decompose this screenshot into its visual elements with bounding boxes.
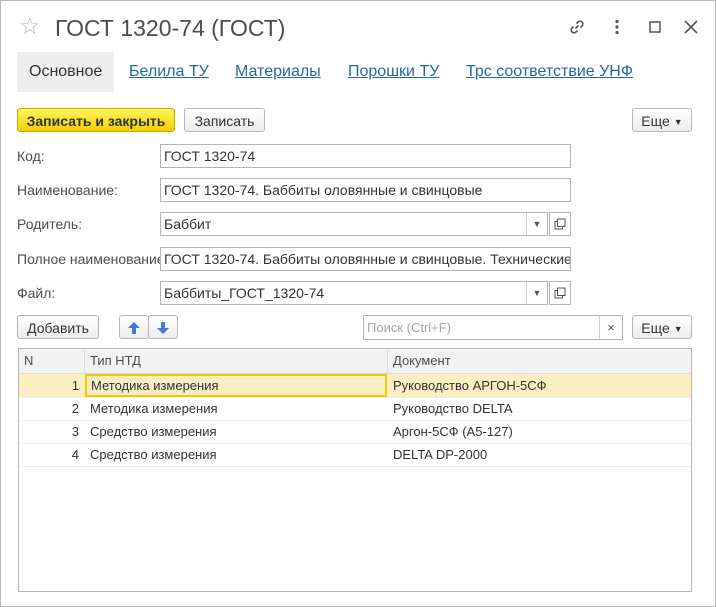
row-number: 2 [71,401,79,416]
save-button[interactable]: Записать [184,108,265,132]
row-number: 4 [71,447,79,462]
column-header-n[interactable]: N [19,349,85,373]
table-more-button[interactable]: Еще ▼ [632,315,692,339]
row-type-cell[interactable]: Средство измерения [85,420,388,443]
parent-field[interactable]: Баббит ▼ [160,212,548,236]
move-up-button[interactable] [119,315,149,339]
close-icon[interactable] [679,15,703,39]
link-icon[interactable] [565,15,589,39]
table-row[interactable]: 3 Средство измерения Аргон-5СФ (А5-127) [19,420,691,444]
more-label: Еще [641,113,670,129]
tab-materials[interactable]: Материалы [235,52,321,92]
parent-open-button[interactable] [549,212,571,236]
tab-powders-tu[interactable]: Порошки ТУ [348,52,439,92]
move-down-button[interactable] [148,315,178,339]
save-and-close-button[interactable]: Записать и закрыть [17,108,175,132]
code-label: Код: [17,148,45,164]
row-type-cell[interactable]: Методика измерения [85,374,387,397]
column-header-type[interactable]: Тип НТД [85,349,388,373]
star-icon[interactable]: ☆ [19,13,41,41]
triangle-down-icon: ▼ [673,117,683,127]
name-label: Наименование: [17,182,118,198]
file-open-button[interactable] [549,281,571,305]
row-document-cell[interactable]: DELTA DP-2000 [388,443,691,466]
tab-main[interactable]: Основное [17,52,115,92]
parent-value: Баббит [164,216,212,232]
table-more-label: Еще [641,320,670,336]
parent-dropdown-icon[interactable]: ▼ [526,213,547,235]
name-field[interactable]: ГОСТ 1320-74. Баббиты оловянные и свинцо… [160,178,571,202]
full-name-label: Полное наименование: [17,251,169,267]
code-field[interactable]: ГОСТ 1320-74 [160,144,571,168]
file-value: Баббиты_ГОСТ_1320-74 [164,285,325,301]
triangle-down-icon: ▼ [673,324,683,334]
row-type-cell[interactable]: Средство измерения [85,443,388,466]
more-button[interactable]: Еще ▼ [632,108,692,132]
tab-whites-tu[interactable]: Белила ТУ [129,52,209,92]
row-document-cell[interactable]: Руководство DELTA [388,397,691,420]
row-document-cell[interactable]: Руководство АРГОН-5СФ [388,374,691,397]
window-title: ГОСТ 1320-74 (ГОСТ) [55,15,286,41]
row-number: 1 [71,378,79,393]
file-label: Файл: [17,285,56,301]
search-placeholder: Поиск (Ctrl+F) [367,320,452,335]
column-header-document[interactable]: Документ [388,349,691,373]
table-row[interactable]: 1 Методика измерения Руководство АРГОН-5… [19,374,691,398]
file-field[interactable]: Баббиты_ГОСТ_1320-74 ▼ [160,281,548,305]
maximize-icon[interactable] [643,15,667,39]
tab-trs-unf[interactable]: Трс соответствие УНФ [466,52,633,92]
table-row[interactable]: 4 Средство измерения DELTA DP-2000 [19,443,691,467]
table-row[interactable]: 2 Методика измерения Руководство DELTA [19,397,691,421]
form-window: ☆ ГОСТ 1320-74 (ГОСТ) Основное Белила ТУ… [0,0,716,607]
row-document-cell[interactable]: Аргон-5СФ (А5-127) [388,420,691,443]
clear-search-icon[interactable]: × [599,316,622,339]
arrow-down-icon [157,322,169,334]
arrow-up-icon [128,322,140,334]
file-dropdown-icon[interactable]: ▼ [526,282,547,304]
search-input[interactable]: Поиск (Ctrl+F) × [363,315,623,340]
parent-label: Родитель: [17,216,83,232]
open-window-icon [554,218,566,230]
documents-table[interactable]: N Тип НТД Документ 1 Методика измерения … [18,348,692,592]
open-window-icon [554,287,566,299]
row-number: 3 [71,424,79,439]
row-type-cell[interactable]: Методика измерения [85,397,388,420]
full-name-field[interactable]: ГОСТ 1320-74. Баббиты оловянные и свинцо… [160,247,571,271]
add-button[interactable]: Добавить [17,315,99,339]
table-header: N Тип НТД Документ [19,349,691,374]
kebab-menu-icon[interactable] [605,15,629,39]
